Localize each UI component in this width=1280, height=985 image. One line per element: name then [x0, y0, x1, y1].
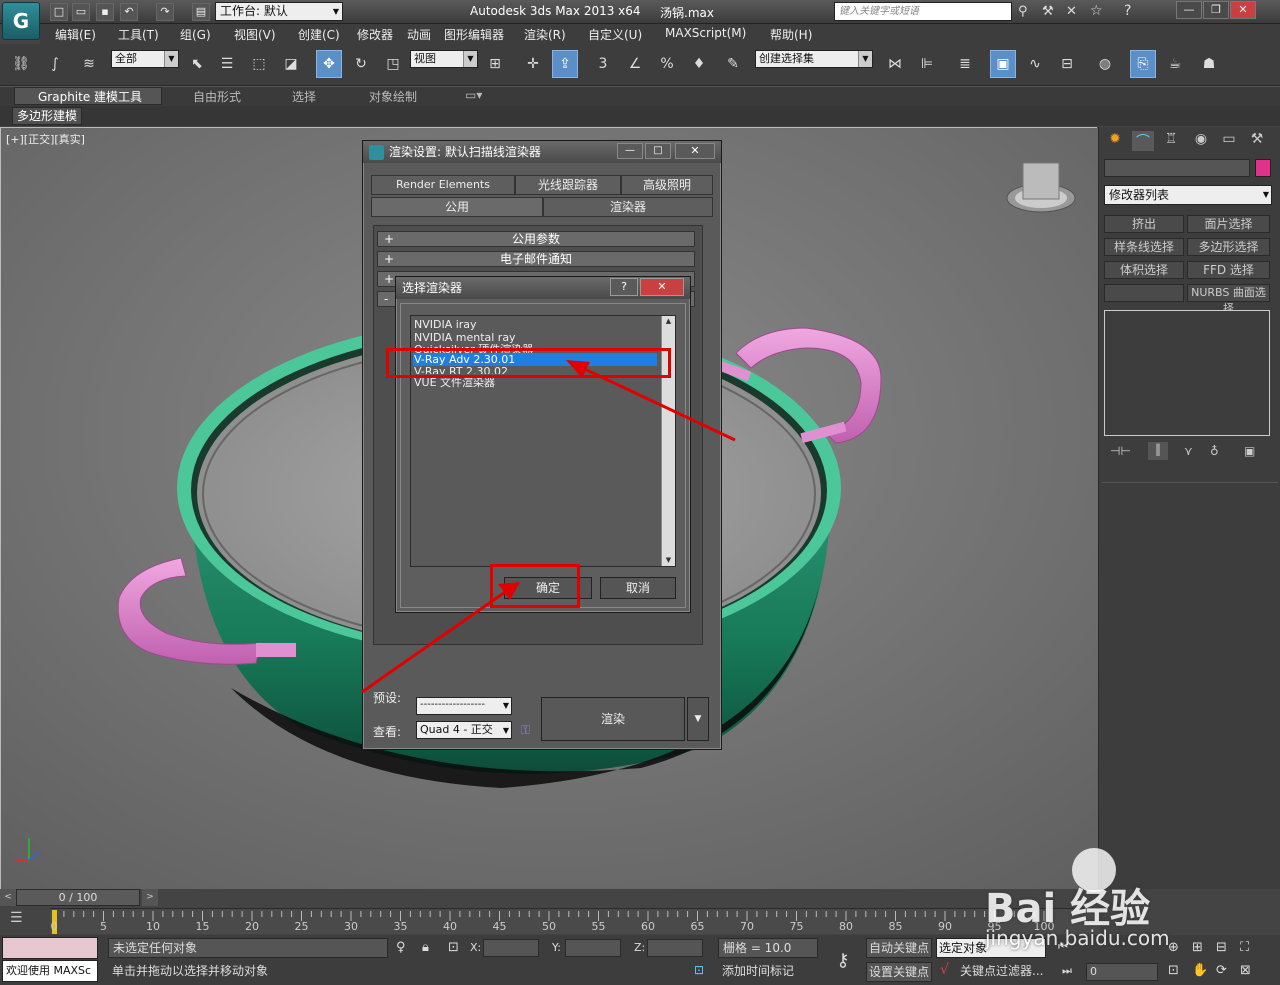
time-slider[interactable]: 0 / 100: [16, 889, 140, 906]
tick-label: 10: [146, 920, 160, 933]
tick-label: 65: [690, 920, 705, 933]
isolate-selection-icon[interactable]: ♀: [396, 940, 406, 955]
tick-labels: 0 5 10 15 20 25 30 35 40 45 50 55 60 65 70 75 80 85 90 95 10…: [50, 920, 1100, 934]
grid-size: 栅格 = 10.0: [718, 938, 818, 958]
maximize-viewport-icon[interactable]: ⊠: [1240, 963, 1251, 978]
key-filter-icon: √: [940, 962, 949, 978]
open-mini-curve-editor-icon[interactable]: ☰: [10, 910, 38, 932]
tick-label: 0: [50, 920, 58, 933]
lock-selection-icon[interactable]: 🔒︎: [422, 940, 429, 955]
selection-status: 未选定任何对象: [108, 938, 388, 958]
annotation-arrows: [361, 360, 736, 694]
y-coordinate-field[interactable]: [565, 939, 621, 957]
maxscript-listener-mini[interactable]: [2, 937, 98, 959]
tick-label: 50: [542, 920, 556, 933]
tick-label: 35: [393, 920, 408, 933]
tick-label: 60: [641, 920, 655, 933]
x-coordinate-field[interactable]: [483, 939, 539, 957]
zoom-all-icon[interactable]: ⊞: [1192, 940, 1203, 955]
current-frame-field[interactable]: 0: [1086, 963, 1158, 981]
tick-label: 25: [294, 920, 309, 933]
y-label: Y:: [552, 941, 561, 954]
tick-label: 20: [245, 920, 259, 933]
absolute-mode-icon[interactable]: ⊡: [448, 940, 459, 955]
set-key-button[interactable]: 设置关键点: [866, 962, 932, 982]
field-of-view-icon[interactable]: ⊡: [1168, 963, 1179, 978]
tick-label: 85: [888, 920, 903, 933]
tick-label: 5: [100, 920, 107, 933]
paw-logo-icon: [1072, 848, 1116, 892]
time-config-icon[interactable]: ⏭: [1062, 964, 1072, 978]
tick-label: 45: [492, 920, 507, 933]
pan-icon[interactable]: ✋: [1192, 963, 1208, 978]
zoom-extents-all-icon[interactable]: ⛶: [1240, 940, 1249, 955]
welcome-text[interactable]: 欢迎使用 MAXSc: [2, 960, 98, 982]
time-tag-icon[interactable]: ⊡: [694, 963, 704, 977]
zoom-extents-icon[interactable]: ⊟: [1216, 940, 1227, 955]
orbit-icon[interactable]: ⟳: [1216, 963, 1227, 978]
tick-label: 80: [839, 920, 853, 933]
key-filters-button[interactable]: 关键点过滤器...: [960, 962, 1050, 982]
watermark-url: jingyan.baidu.com: [985, 926, 1170, 950]
tick-label: 40: [443, 920, 457, 933]
auto-key-button[interactable]: 自动关键点: [866, 938, 932, 958]
tick-label: 15: [195, 920, 210, 933]
add-time-tag[interactable]: 添加时间标记: [718, 962, 818, 982]
set-key-icon[interactable]: ⚷: [826, 944, 860, 978]
next-frame-icon[interactable]: >: [142, 889, 158, 906]
z-coordinate-field[interactable]: [647, 939, 703, 957]
tick-label: 90: [938, 920, 952, 933]
tick-label: 55: [591, 920, 606, 933]
tick-label: 70: [740, 920, 754, 933]
tick-label: 30: [344, 920, 358, 933]
x-label: X:: [470, 941, 482, 954]
z-label: Z:: [634, 941, 646, 954]
prompt-line: 单击并拖动以选择并移动对象: [112, 964, 269, 978]
prev-frame-icon[interactable]: <: [0, 889, 16, 906]
tick-label: 75: [789, 920, 804, 933]
